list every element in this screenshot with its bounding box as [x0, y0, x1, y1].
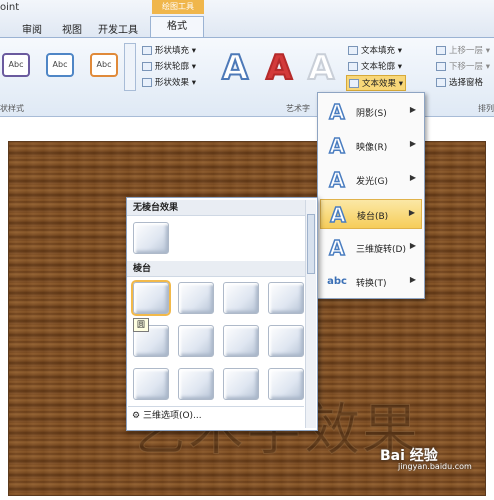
bevel-tile[interactable] — [223, 325, 259, 357]
reflection-icon: A — [329, 134, 346, 158]
bevel-gallery-scrollbar[interactable] — [305, 200, 316, 428]
text-outline-button[interactable]: 文本轮廓 ▾ — [348, 60, 402, 72]
fill-icon — [142, 46, 152, 55]
submenu-arrow-icon: ▶ — [409, 173, 416, 182]
shape-style-thumb[interactable]: Abc — [46, 53, 74, 77]
selection-pane-button[interactable]: 选择窗格 — [436, 76, 483, 88]
bevel-tile[interactable] — [178, 368, 214, 400]
transform-icon: abc — [327, 276, 347, 287]
shape-fill-button[interactable]: 形状填充 ▾ — [142, 44, 196, 56]
shape-style-thumb[interactable]: Abc — [90, 53, 118, 77]
submenu-arrow-icon: ▶ — [409, 241, 416, 250]
text-fill-button[interactable]: 文本填充 ▾ — [348, 44, 402, 56]
bevel-tile[interactable] — [223, 368, 259, 400]
window-title: oint — [0, 2, 20, 13]
bevel-tile[interactable] — [178, 282, 214, 314]
shadow-icon: A — [329, 100, 346, 124]
submenu-arrow-icon: ▶ — [408, 208, 415, 217]
bevel-icon: A — [330, 203, 347, 227]
submenu-arrow-icon: ▶ — [409, 139, 416, 148]
menu-item-reflection[interactable]: A 映像(R) ▶ — [320, 131, 422, 161]
contextual-tab-drawing-tools: 绘图工具 — [152, 0, 204, 14]
send-backward-icon — [436, 62, 446, 71]
effects-icon — [142, 78, 152, 87]
bevel-tile[interactable] — [133, 368, 169, 400]
tab-review[interactable]: 审阅 — [22, 21, 42, 36]
menu-item-shadow[interactable]: A 阴影(S) ▶ — [320, 97, 422, 127]
text-effects-button[interactable]: 文本效果 ▾ — [346, 75, 406, 91]
tab-format[interactable]: 格式 — [150, 16, 204, 38]
menu-item-3d-rotation[interactable]: A 三维旋转(D) ▶ — [320, 233, 422, 263]
submenu-arrow-icon: ▶ — [409, 275, 416, 284]
text-effects-menu: A 阴影(S) ▶ A 映像(R) ▶ A 发光(G) ▶ A 棱台(B) ▶ A 三维旋转(D)… — [317, 92, 425, 299]
bevel-tile[interactable] — [268, 282, 304, 314]
arrange-group-label: 排列 — [478, 104, 494, 113]
bevel-none-tile[interactable] — [133, 222, 169, 254]
tooltip: 圆 — [133, 318, 149, 332]
watermark-url: jingyan.baidu.com — [398, 462, 472, 471]
wordart-style-thumb[interactable]: A — [265, 47, 293, 89]
text-outline-icon — [348, 62, 358, 71]
3d-options-link[interactable]: ⚙ 三维选项(O)... — [128, 406, 304, 424]
text-effects-icon — [349, 79, 359, 88]
menu-item-bevel[interactable]: A 棱台(B) ▶ — [320, 199, 422, 229]
bevel-tile[interactable] — [223, 282, 259, 314]
submenu-arrow-icon: ▶ — [409, 105, 416, 114]
send-backward-button[interactable]: 下移一层 ▾ — [436, 60, 490, 72]
3d-options-icon: ⚙ — [132, 411, 143, 421]
shape-style-thumb[interactable]: Abc — [2, 53, 30, 77]
glow-icon: A — [329, 168, 346, 192]
text-fill-icon — [348, 46, 358, 55]
tab-developer[interactable]: 开发工具 — [98, 21, 138, 36]
bring-forward-icon — [436, 46, 446, 55]
menu-item-glow[interactable]: A 发光(G) ▶ — [320, 165, 422, 195]
bevel-header: 棱台 — [127, 261, 305, 277]
wordart-style-thumb[interactable]: A — [307, 47, 335, 89]
shape-effects-button[interactable]: 形状效果 ▾ — [142, 76, 196, 88]
3d-rotation-icon: A — [329, 236, 346, 260]
wordart-group-label: 艺术字 — [286, 104, 310, 113]
bevel-tile[interactable] — [178, 325, 214, 357]
wordart-style-thumb[interactable]: A — [221, 47, 249, 89]
bevel-tile[interactable] — [268, 368, 304, 400]
shape-styles-group-label: 状样式 — [0, 104, 24, 113]
tab-view[interactable]: 视图 — [62, 21, 82, 36]
bring-forward-button[interactable]: 上移一层 ▾ — [436, 44, 490, 56]
selection-pane-icon — [436, 78, 446, 87]
bevel-gallery: 无棱台效果 棱台 ⚙ 三维选项(O)... — [126, 197, 318, 431]
bevel-tile-circle[interactable] — [131, 280, 171, 316]
bevel-tile[interactable] — [268, 325, 304, 357]
shape-outline-button[interactable]: 形状轮廓 ▾ — [142, 60, 196, 72]
menu-item-transform[interactable]: abc 转换(T) ▶ — [320, 267, 422, 297]
gallery-scroll[interactable] — [124, 43, 136, 91]
outline-icon — [142, 62, 152, 71]
no-bevel-header: 无棱台效果 — [127, 200, 305, 216]
scrollbar-thumb[interactable] — [307, 214, 315, 274]
